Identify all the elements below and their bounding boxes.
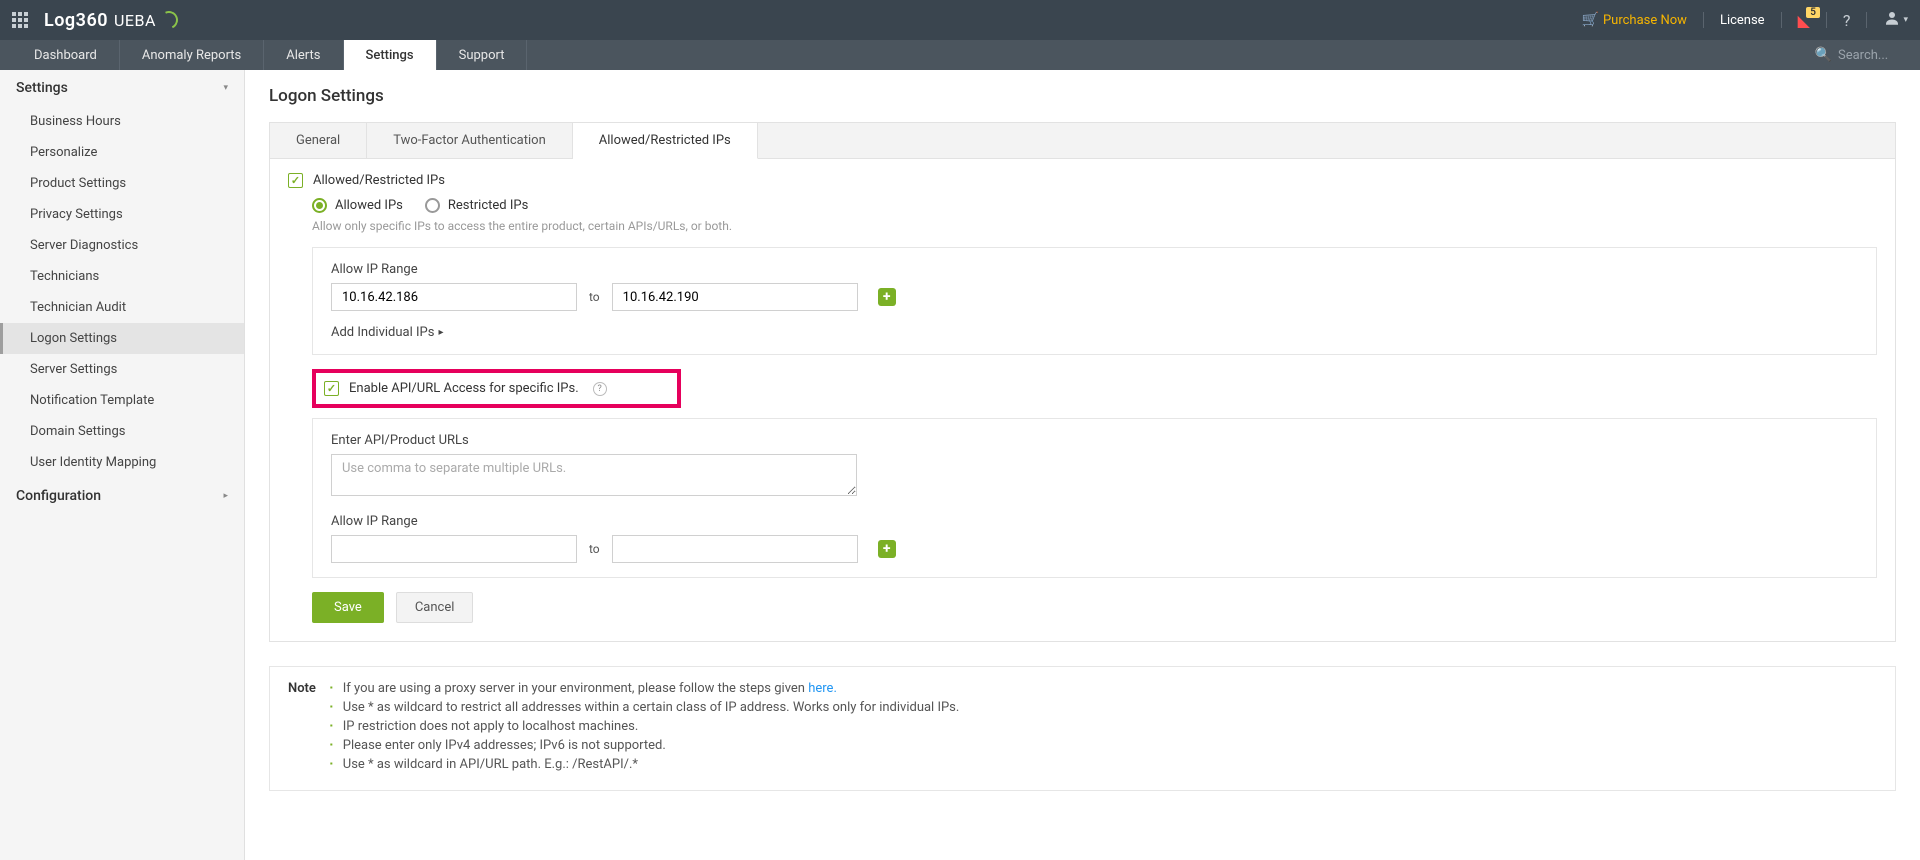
sidebar-item-privacy-settings[interactable]: Privacy Settings xyxy=(0,199,244,230)
apps-grid-icon[interactable] xyxy=(12,12,28,28)
sidebar-item-logon-settings[interactable]: Logon Settings xyxy=(0,323,244,354)
note-list: If you are using a proxy server in your … xyxy=(330,681,959,776)
topbar: Log360 UEBA Purchase Now License ◣ 5 ? ▾ xyxy=(0,0,1920,40)
api-urls-label: Enter API/Product URLs xyxy=(331,433,1858,448)
nav-support[interactable]: Support xyxy=(437,40,528,70)
settings-tabs: GeneralTwo-Factor AuthenticationAllowed/… xyxy=(269,122,1896,158)
sidebar-item-server-settings[interactable]: Server Settings xyxy=(0,354,244,385)
add-range-button[interactable]: + xyxy=(878,288,896,306)
ip-range-panel: Allow IP Range to + Add Individual IPs ▸ xyxy=(312,247,1877,355)
api-ip-to-input[interactable] xyxy=(612,535,858,563)
sidebar-group-configuration[interactable]: Configuration▸ xyxy=(0,478,244,514)
help-text: Allow only specific IPs to access the en… xyxy=(312,219,1877,233)
enable-api-highlight: Enable API/URL Access for specific IPs. … xyxy=(312,369,681,408)
api-ip-range-label: Allow IP Range xyxy=(331,514,1858,529)
restricted-ips-radio[interactable]: Restricted IPs xyxy=(425,198,528,213)
allowed-restricted-checkbox[interactable] xyxy=(288,173,303,188)
sidebar-group-settings[interactable]: Settings▾ xyxy=(0,70,244,106)
sidebar-item-user-identity-mapping[interactable]: User Identity Mapping xyxy=(0,447,244,478)
radio-icon xyxy=(425,198,440,213)
help-icon[interactable]: ? xyxy=(1843,11,1851,30)
save-button[interactable]: Save xyxy=(312,592,384,623)
user-menu[interactable]: ▾ xyxy=(1883,9,1908,31)
sidebar-item-business-hours[interactable]: Business Hours xyxy=(0,106,244,137)
nav-dashboard[interactable]: Dashboard xyxy=(12,40,120,70)
note-item: IP restriction does not apply to localho… xyxy=(330,719,959,734)
search-icon: 🔍 xyxy=(1815,47,1832,63)
enable-api-checkbox[interactable] xyxy=(324,381,339,396)
purchase-now-link[interactable]: Purchase Now xyxy=(1582,12,1687,28)
note-item: Use * as wildcard to restrict all addres… xyxy=(330,700,959,715)
ip-to-input[interactable] xyxy=(612,283,858,311)
search-input[interactable] xyxy=(1838,48,1908,63)
tab-body: Allowed/Restricted IPs Allowed IPs Restr… xyxy=(269,158,1896,642)
sidebar-item-notification-template[interactable]: Notification Template xyxy=(0,385,244,416)
page-title: Logon Settings xyxy=(269,86,1896,106)
tab-allowed-restricted-ips[interactable]: Allowed/Restricted IPs xyxy=(573,123,758,159)
ip-range-label: Allow IP Range xyxy=(331,262,1858,277)
note-label: Note xyxy=(288,681,316,776)
allowed-restricted-label: Allowed/Restricted IPs xyxy=(313,173,445,188)
nav-alerts[interactable]: Alerts xyxy=(264,40,343,70)
sidebar-item-product-settings[interactable]: Product Settings xyxy=(0,168,244,199)
ip-from-input[interactable] xyxy=(331,283,577,311)
note-box: Note If you are using a proxy server in … xyxy=(269,666,1896,791)
cancel-button[interactable]: Cancel xyxy=(396,592,474,623)
info-icon[interactable]: ? xyxy=(593,382,607,396)
notification-count: 5 xyxy=(1806,7,1820,18)
sidebar-item-technician-audit[interactable]: Technician Audit xyxy=(0,292,244,323)
radio-icon xyxy=(312,198,327,213)
note-item: Please enter only IPv4 addresses; IPv6 i… xyxy=(330,738,959,753)
note-item: Use * as wildcard in API/URL path. E.g.:… xyxy=(330,757,959,772)
nav-anomaly-reports[interactable]: Anomaly Reports xyxy=(120,40,264,70)
allowed-ips-radio[interactable]: Allowed IPs xyxy=(312,198,403,213)
caret-icon: ▾ xyxy=(223,83,228,93)
main-content: Logon Settings GeneralTwo-Factor Authent… xyxy=(245,70,1920,860)
sidebar: Settings▾Business HoursPersonalizeProduc… xyxy=(0,70,245,860)
sidebar-item-server-diagnostics[interactable]: Server Diagnostics xyxy=(0,230,244,261)
note-item: If you are using a proxy server in your … xyxy=(330,681,959,696)
api-url-panel: Enter API/Product URLs Allow IP Range to… xyxy=(312,418,1877,578)
notifications-button[interactable]: ◣ 5 xyxy=(1798,11,1810,30)
logo-swoosh-icon xyxy=(160,11,178,29)
tab-two-factor-authentication[interactable]: Two-Factor Authentication xyxy=(367,123,573,158)
api-ip-from-input[interactable] xyxy=(331,535,577,563)
api-urls-textarea[interactable] xyxy=(331,454,857,496)
caret-icon: ▸ xyxy=(223,491,228,501)
caret-down-icon: ▾ xyxy=(1903,15,1908,25)
user-icon xyxy=(1883,9,1901,31)
sidebar-item-domain-settings[interactable]: Domain Settings xyxy=(0,416,244,447)
main-nav: DashboardAnomaly ReportsAlertsSettingsSu… xyxy=(0,40,1920,70)
sidebar-item-personalize[interactable]: Personalize xyxy=(0,137,244,168)
cart-icon xyxy=(1582,12,1599,28)
nav-settings[interactable]: Settings xyxy=(344,40,437,70)
add-individual-ips-toggle[interactable]: Add Individual IPs ▸ xyxy=(331,325,1858,340)
add-api-range-button[interactable]: + xyxy=(878,540,896,558)
note-link[interactable]: here. xyxy=(808,681,837,696)
caret-right-icon: ▸ xyxy=(438,327,443,338)
tab-general[interactable]: General xyxy=(270,123,367,158)
license-link[interactable]: License xyxy=(1720,13,1765,28)
product-logo: Log360 UEBA xyxy=(44,10,178,31)
enable-api-label: Enable API/URL Access for specific IPs. xyxy=(349,381,579,396)
sidebar-item-technicians[interactable]: Technicians xyxy=(0,261,244,292)
